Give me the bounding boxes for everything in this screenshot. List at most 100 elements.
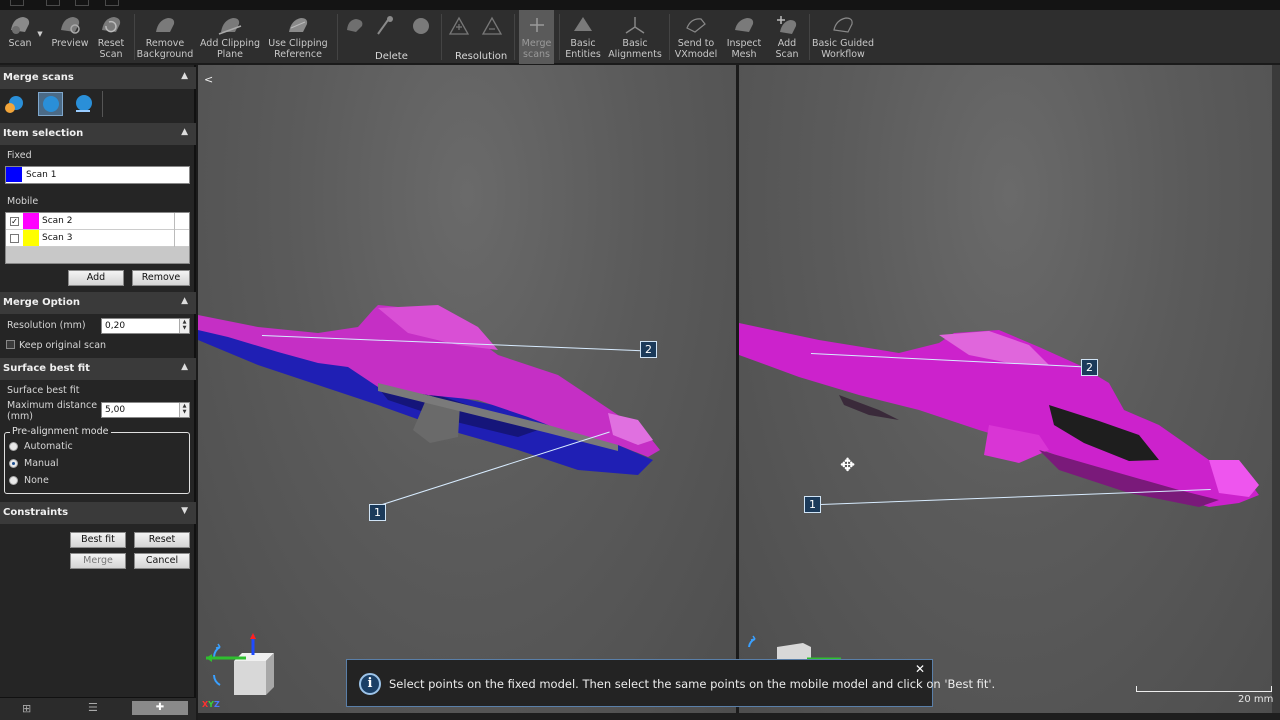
basic-guided-workflow-button[interactable]: Basic Guided Workflow — [811, 10, 875, 64]
resolution-value: 0,20 — [105, 321, 126, 331]
surface-best-fit-header[interactable]: Surface best fit ▲ — [0, 358, 196, 380]
add-scan-button[interactable]: Add Scan — [768, 10, 806, 64]
basic-guided-workflow-label: Basic Guided Workflow — [811, 38, 875, 60]
constraints-header[interactable]: Constraints ▼ — [0, 502, 196, 524]
add-scan-label: Add Scan — [775, 38, 799, 60]
remove-background-label: Remove Background — [136, 38, 194, 60]
tree-tab-icon[interactable]: ⊞ — [22, 702, 36, 716]
manual-label: Manual — [24, 458, 59, 469]
mobile-model-viewport[interactable]: 2 1 ✥ — [739, 65, 1280, 713]
tab-stub[interactable] — [10, 0, 24, 6]
scan-3-color-swatch — [23, 230, 39, 246]
delete-tool-1-button[interactable] — [340, 10, 370, 64]
scale-bar — [1136, 686, 1272, 692]
remove-background-button[interactable]: Remove Background — [136, 10, 194, 64]
resolution-input[interactable]: 0,20 ▲ ▼ — [101, 318, 190, 334]
merge-icon — [524, 13, 550, 37]
viewport-scrollbar[interactable] — [1272, 65, 1280, 713]
preview-icon — [57, 13, 83, 37]
manual-radio[interactable] — [9, 459, 18, 468]
ribbon-separator — [669, 14, 670, 60]
point-marker-2[interactable]: 2 — [640, 341, 657, 358]
tab-stub[interactable] — [75, 0, 89, 6]
max-distance-input[interactable]: 5,00 ▲ ▼ — [101, 402, 190, 418]
merge-scans-header[interactable]: Merge scans ▲ — [0, 67, 196, 89]
column-divider — [174, 230, 175, 247]
merge-option-header[interactable]: Merge Option ▲ — [0, 292, 196, 314]
scan-button[interactable]: Scan — [2, 10, 38, 64]
scale-label: 20 mm — [1238, 694, 1274, 705]
item-selection-header[interactable]: Item selection ▲ — [0, 123, 196, 145]
remove-button[interactable]: Remove — [132, 270, 190, 286]
cancel-button[interactable]: Cancel — [134, 553, 190, 569]
section-title: Merge scans — [3, 72, 74, 83]
automatic-radio[interactable] — [9, 442, 18, 451]
preview-button[interactable]: Preview — [50, 10, 90, 64]
ribbon-separator — [809, 14, 810, 60]
pairwise-merge-mode-icon[interactable] — [4, 93, 26, 115]
tab-stub[interactable] — [46, 0, 60, 6]
entities-icon — [570, 13, 596, 37]
ribbon-separator — [134, 14, 135, 60]
scan-dropdown[interactable]: ▼ — [34, 10, 46, 64]
list-item[interactable]: ✓ Scan 2 — [6, 213, 189, 230]
keep-original-label: Keep original scan — [19, 340, 107, 351]
lasso-delete-icon — [342, 13, 368, 37]
add-scan-icon — [774, 13, 800, 37]
inspect-mesh-button[interactable]: Inspect Mesh — [724, 10, 764, 64]
section-title: Item selection — [3, 128, 84, 139]
clipping-plane-icon — [217, 13, 243, 37]
delete-tool-3-button[interactable] — [406, 10, 436, 64]
none-radio[interactable] — [9, 476, 18, 485]
tab-stub[interactable] — [105, 0, 119, 6]
fixed-model-viewport[interactable]: < 2 1 — [198, 65, 736, 713]
surface-merge-mode-icon[interactable] — [72, 93, 94, 115]
delete-group-label: Delete — [375, 51, 408, 62]
scan-3-checkbox[interactable] — [10, 234, 19, 243]
list-tab-icon[interactable]: ☰ — [88, 701, 102, 715]
close-icon[interactable]: ✕ — [915, 662, 925, 676]
title-strip — [0, 0, 1280, 10]
add-button[interactable]: Add — [68, 270, 124, 286]
alignment-axes-icon — [622, 13, 648, 37]
scan-3-name: Scan 3 — [42, 233, 73, 243]
merge-tab-icon[interactable]: ✚ — [132, 701, 188, 715]
point-merge-mode-icon[interactable] — [38, 92, 63, 116]
collapse-icon: ▲ — [181, 71, 188, 81]
notification-message: Select points on the fixed model. Then s… — [389, 677, 996, 691]
scan-2-checkbox[interactable]: ✓ — [10, 217, 19, 226]
reset-scan-button[interactable]: Reset Scan — [92, 10, 130, 64]
reset-button[interactable]: Reset — [134, 532, 190, 548]
scan-2-name: Scan 2 — [42, 216, 73, 226]
spin-arrows-icon[interactable]: ▲ ▼ — [179, 319, 189, 333]
column-divider — [174, 213, 175, 230]
spin-arrows-icon[interactable]: ▲ ▼ — [179, 403, 189, 417]
fixed-scan-field[interactable]: Scan 1 — [5, 166, 190, 184]
list-item[interactable]: Scan 3 — [6, 230, 189, 247]
scan-2-color-swatch — [23, 213, 39, 229]
merge-button[interactable]: Merge — [70, 553, 126, 569]
point-marker-1[interactable]: 1 — [804, 496, 821, 513]
merge-scans-button[interactable]: Merge scans — [519, 10, 554, 64]
remove-background-icon — [152, 13, 178, 37]
none-label: None — [24, 475, 49, 486]
vxmodel-icon — [683, 13, 709, 37]
keep-original-checkbox[interactable] — [6, 340, 15, 349]
collapse-icon: ▲ — [181, 362, 188, 372]
inspect-mesh-icon — [731, 13, 757, 37]
add-clipping-plane-button[interactable]: Add Clipping Plane — [198, 10, 262, 64]
ribbon-toolbar: Scan ▼ Preview Reset Scan Remove Backgro… — [0, 10, 1280, 64]
best-fit-button[interactable]: Best fit — [70, 532, 126, 548]
basic-entities-button[interactable]: Basic Entities — [563, 10, 603, 64]
fixed-model-mesh — [198, 305, 660, 475]
point-marker-1[interactable]: 1 — [369, 504, 386, 521]
scan-icon — [7, 13, 33, 37]
send-to-vxmodel-button[interactable]: Send to VXmodel — [672, 10, 720, 64]
basic-alignments-button[interactable]: Basic Alignments — [608, 10, 662, 64]
automatic-label: Automatic — [24, 441, 73, 452]
max-distance-value: 5,00 — [105, 405, 126, 415]
use-clipping-reference-button[interactable]: Use Clipping Reference — [266, 10, 330, 64]
point-marker-2[interactable]: 2 — [1081, 359, 1098, 376]
ribbon-separator — [337, 14, 338, 60]
isolated-delete-icon — [408, 13, 434, 37]
